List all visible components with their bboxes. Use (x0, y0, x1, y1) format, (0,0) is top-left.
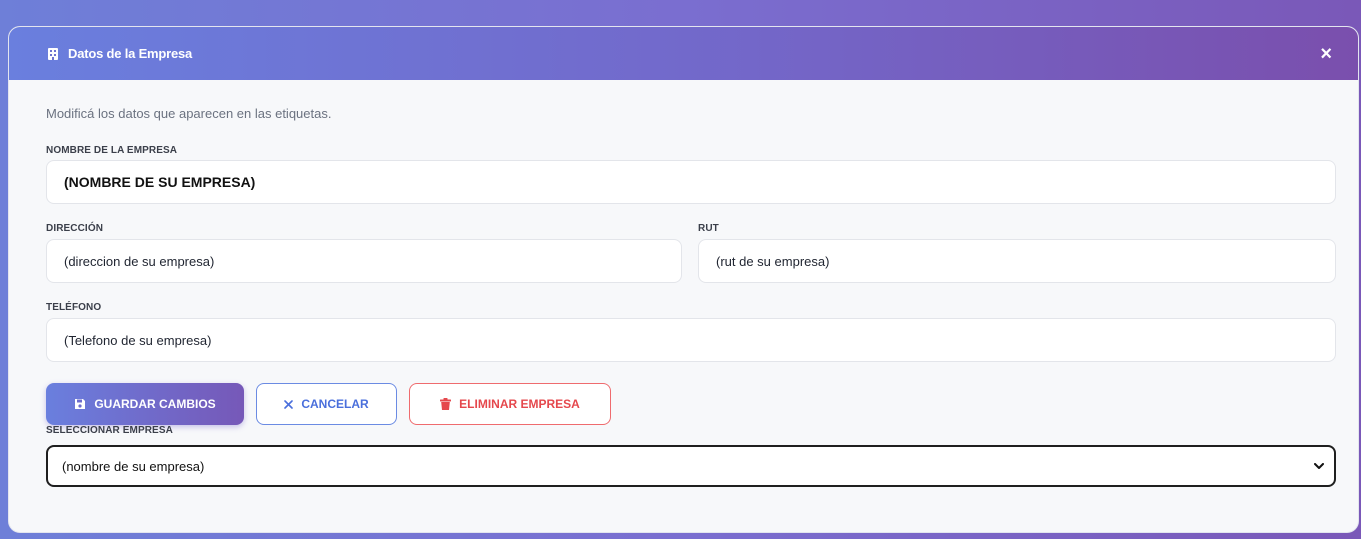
nombre-label: NOMBRE DE LA EMPRESA (46, 145, 178, 156)
cancel-button-label: CANCELAR (301, 397, 369, 411)
close-icon[interactable]: × (1320, 44, 1332, 64)
company-select-value: (nombre de su empresa) (62, 458, 205, 474)
rut-input[interactable] (698, 239, 1336, 283)
intro-text: Modificá los datos que aparecen en las e… (46, 106, 332, 121)
trash-icon (440, 398, 452, 410)
chevron-down-icon (1314, 462, 1324, 470)
modal-title: Datos de la Empresa (68, 46, 193, 61)
rut-label: RUT (698, 223, 719, 234)
telefono-label: TELÉFONO (46, 302, 102, 313)
delete-button-label: ELIMINAR EMPRESA (459, 397, 580, 411)
direccion-label: DIRECCIÓN (46, 223, 104, 234)
delete-company-button[interactable]: ELIMINAR EMPRESA (409, 383, 611, 425)
modal-header: Datos de la Empresa × (9, 27, 1358, 80)
direccion-input[interactable] (46, 239, 682, 283)
building-icon (46, 47, 60, 61)
save-button-label: GUARDAR CAMBIOS (94, 397, 216, 411)
telefono-input[interactable] (46, 318, 1336, 362)
x-icon (284, 399, 294, 409)
cancel-button[interactable]: CANCELAR (256, 383, 397, 425)
floppy-disk-icon (74, 398, 86, 410)
select-company-label: SELECCIONAR EMPRESA (46, 425, 173, 436)
nombre-input[interactable] (46, 160, 1336, 204)
company-data-modal: Datos de la Empresa × Modificá los datos… (8, 26, 1359, 533)
save-button[interactable]: GUARDAR CAMBIOS (46, 383, 244, 425)
company-select[interactable]: (nombre de su empresa) (46, 445, 1336, 487)
